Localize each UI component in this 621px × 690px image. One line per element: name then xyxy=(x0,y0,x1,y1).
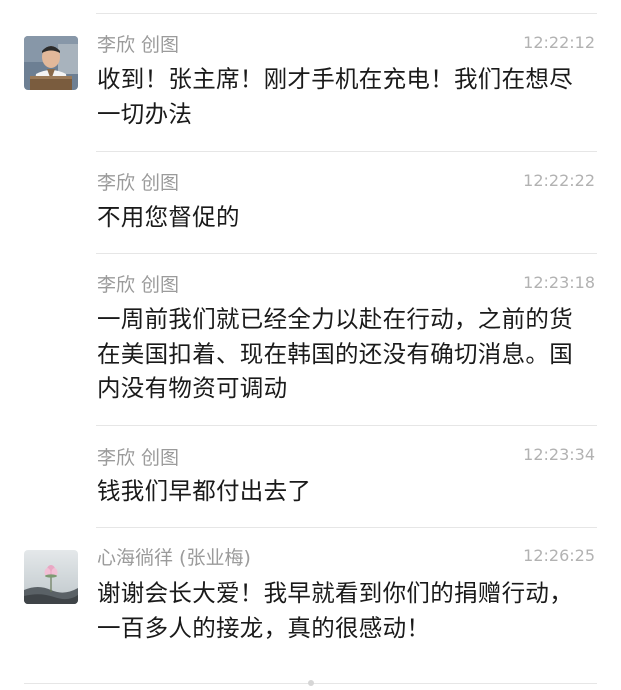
message-time: 12:23:18 xyxy=(523,273,595,292)
divider xyxy=(96,253,597,254)
message-line: 不用您督促的 xyxy=(97,203,240,231)
message-time: 12:26:25 xyxy=(523,546,595,565)
message-line: 内没有物资可调动 xyxy=(97,374,288,402)
message-line: 谢谢会长大爱！我早就看到你们的捐赠行动， xyxy=(97,579,573,607)
chat-history: 李欣 创图 12:22:12 收到！张主席！刚才手机在充电！我们在想尽 一切办法… xyxy=(0,0,621,690)
sender-name: 李欣 创图 xyxy=(97,274,180,296)
divider xyxy=(96,425,597,426)
sender-name: 李欣 创图 xyxy=(97,172,180,194)
message-line: 一切办法 xyxy=(97,99,193,128)
sender-name: 李欣 创图 xyxy=(97,34,180,56)
message-line: 钱我们早都付出去了 xyxy=(97,477,312,505)
message-time: 12:22:22 xyxy=(523,171,595,190)
divider xyxy=(96,13,597,14)
message-text[interactable]: 不用您督促的 xyxy=(97,200,597,235)
message-text[interactable]: 收到！张主席！刚才手机在充电！我们在想尽 一切办法 xyxy=(97,62,597,131)
message-text[interactable]: 谢谢会长大爱！我早就看到你们的捐赠行动， 一百多人的接龙，真的很感动！ xyxy=(97,576,597,645)
message-text[interactable]: 一周前我们就已经全力以赴在行动，之前的货 在美国扣着、现在韩国的还没有确切消息。… xyxy=(97,302,597,406)
lotus-photo-icon[interactable] xyxy=(24,550,78,604)
message-line: 在美国扣着、现在韩国的还没有确切消息。国 xyxy=(97,339,573,368)
sender-name: 李欣 创图 xyxy=(97,447,180,469)
message-line: 一百多人的接龙，真的很感动！ xyxy=(97,613,431,642)
divider xyxy=(96,527,597,528)
message-time: 12:23:34 xyxy=(523,445,595,464)
message-line: 一周前我们就已经全力以赴在行动，之前的货 xyxy=(97,305,573,333)
message-time: 12:22:12 xyxy=(523,33,595,52)
message-text[interactable]: 钱我们早都付出去了 xyxy=(97,474,597,509)
dot-icon xyxy=(308,680,314,686)
message-line: 收到！张主席！刚才手机在充电！我们在想尽 xyxy=(97,65,573,93)
divider xyxy=(96,151,597,152)
sender-name: 心海徜徉 (张业梅) xyxy=(97,547,251,569)
person-photo-icon[interactable] xyxy=(24,36,78,90)
